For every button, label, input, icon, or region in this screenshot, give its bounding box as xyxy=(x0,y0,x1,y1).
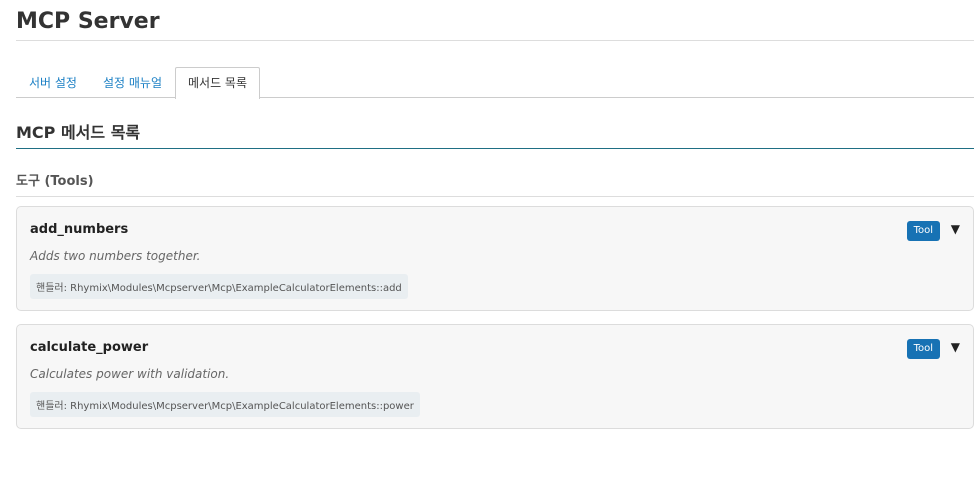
group-title: 도구 (Tools) xyxy=(16,174,94,189)
tab-method-list[interactable]: 메서드 목록 xyxy=(175,67,261,99)
tab-server-settings[interactable]: 서버 설정 xyxy=(16,67,90,98)
tab-bar: 서버 설정 설정 매뉴얼 메서드 목록 xyxy=(16,67,974,99)
caret-down-icon[interactable]: ▼ xyxy=(951,222,960,236)
caret-down-icon[interactable]: ▼ xyxy=(951,340,960,354)
tool-handler: 핸들러: Rhymix\Modules\Mcpserver\Mcp\Exampl… xyxy=(30,274,408,299)
title-divider xyxy=(16,40,974,41)
tool-card[interactable]: calculate_power Calculates power with va… xyxy=(16,324,974,429)
tool-type-badge: Tool xyxy=(906,339,940,359)
tool-name: add_numbers xyxy=(30,222,129,237)
tool-description: Calculates power with validation. xyxy=(30,367,230,381)
tab-settings-manual[interactable]: 설정 매뉴얼 xyxy=(90,67,175,98)
section-divider xyxy=(16,148,974,149)
section-title: MCP 메서드 목록 xyxy=(16,123,141,142)
page-title: MCP Server xyxy=(16,9,160,34)
tool-type-badge: Tool xyxy=(906,221,940,241)
tool-card[interactable]: add_numbers Adds two numbers together. 핸… xyxy=(16,206,974,311)
tool-description: Adds two numbers together. xyxy=(30,249,201,263)
group-divider xyxy=(16,196,974,197)
tool-name: calculate_power xyxy=(30,340,149,355)
tool-handler: 핸들러: Rhymix\Modules\Mcpserver\Mcp\Exampl… xyxy=(30,392,420,417)
